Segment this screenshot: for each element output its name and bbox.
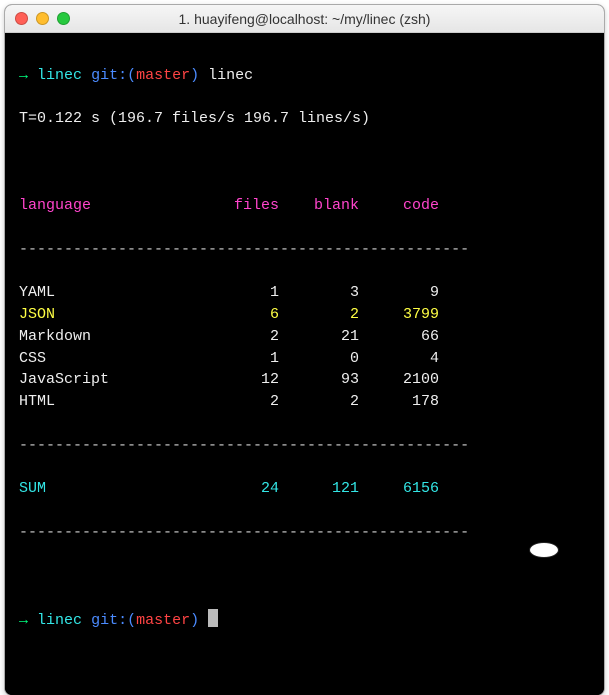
table-row: JavaScript12932100 [19, 369, 590, 391]
git-label: git:( [91, 612, 136, 629]
cell-files: 1 [199, 348, 279, 370]
cell-code: 4 [359, 348, 439, 370]
cell-language: CSS [19, 348, 199, 370]
cell-language: JSON [19, 304, 199, 326]
table-row: CSS104 [19, 348, 590, 370]
cell-code: 2100 [359, 369, 439, 391]
cell-blank: 2 [279, 304, 359, 326]
cell-blank: 21 [279, 326, 359, 348]
cell-language: HTML [19, 391, 199, 413]
minimize-icon[interactable] [36, 12, 49, 25]
watermark-text: 中文网 [563, 541, 599, 558]
table-row: JSON623799 [19, 304, 590, 326]
cell-files: 6 [199, 304, 279, 326]
header-code: code [359, 195, 439, 217]
cell-files: 2 [199, 391, 279, 413]
cell-files: 2 [199, 326, 279, 348]
cell-language: Markdown [19, 326, 199, 348]
cell-code: 178 [359, 391, 439, 413]
zoom-icon[interactable] [57, 12, 70, 25]
traffic-lights [15, 12, 70, 25]
cell-code: 66 [359, 326, 439, 348]
sum-label: SUM [19, 478, 199, 500]
sum-code: 6156 [359, 478, 439, 500]
git-label: git:( [91, 67, 136, 84]
command: linec [208, 67, 253, 84]
table-body: YAML139JSON623799Markdown22166CSS104Java… [19, 282, 590, 413]
prompt-line-1: → linec git:(master) linec [19, 65, 590, 87]
prompt-dir: linec [37, 67, 82, 84]
git-close: ) [190, 612, 199, 629]
divider: ----------------------------------------… [19, 239, 590, 261]
divider: ----------------------------------------… [19, 522, 590, 544]
cell-blank: 2 [279, 391, 359, 413]
close-icon[interactable] [15, 12, 28, 25]
cell-blank: 3 [279, 282, 359, 304]
titlebar[interactable]: 1. huayifeng@localhost: ~/my/linec (zsh) [5, 5, 604, 33]
git-branch: master [136, 612, 190, 629]
prompt-arrow-icon: → [19, 67, 28, 84]
git-close: ) [190, 67, 199, 84]
prompt-arrow-icon: → [19, 612, 28, 629]
header-files: files [199, 195, 279, 217]
header-language: language [19, 195, 199, 217]
git-branch: master [136, 67, 190, 84]
prompt-dir: linec [37, 612, 82, 629]
prompt-line-2: → linec git:(master) [19, 609, 590, 632]
sum-row: SUM241216156 [19, 478, 590, 500]
header-blank: blank [279, 195, 359, 217]
sum-blank: 121 [279, 478, 359, 500]
cell-blank: 93 [279, 369, 359, 391]
cell-files: 1 [199, 282, 279, 304]
terminal-window: 1. huayifeng@localhost: ~/my/linec (zsh)… [4, 4, 605, 695]
cell-language: JavaScript [19, 369, 199, 391]
timing-line: T=0.122 s (196.7 files/s 196.7 lines/s) [19, 108, 590, 130]
cell-code: 3799 [359, 304, 439, 326]
cell-files: 12 [199, 369, 279, 391]
watermark: 中文网 [529, 541, 599, 558]
cell-code: 9 [359, 282, 439, 304]
terminal-body[interactable]: → linec git:(master) linec T=0.122 s (19… [5, 33, 604, 695]
divider: ----------------------------------------… [19, 435, 590, 457]
table-row: Markdown22166 [19, 326, 590, 348]
cell-blank: 0 [279, 348, 359, 370]
cursor-icon [208, 609, 218, 627]
table-row: HTML22178 [19, 391, 590, 413]
window-title: 1. huayifeng@localhost: ~/my/linec (zsh) [5, 11, 604, 27]
cell-language: YAML [19, 282, 199, 304]
table-row: YAML139 [19, 282, 590, 304]
sum-files: 24 [199, 478, 279, 500]
watermark-logo-icon [529, 542, 559, 558]
table-header: languagefilesblankcode [19, 195, 590, 217]
